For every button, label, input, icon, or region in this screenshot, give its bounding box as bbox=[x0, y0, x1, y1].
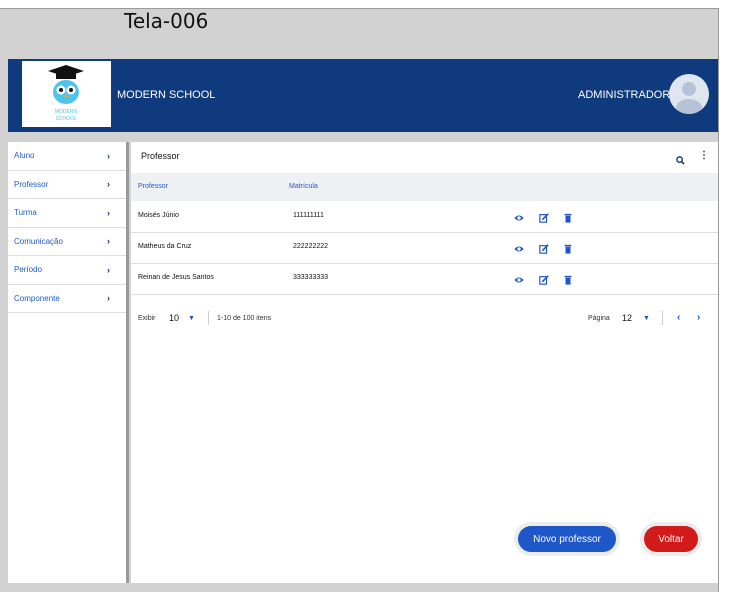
professor-name: Moisés Júnio bbox=[138, 212, 179, 219]
user-role[interactable]: ADMINISTRADOR bbox=[578, 89, 670, 101]
divider bbox=[208, 311, 209, 325]
sidebar: Aluno › Professor › Turma › Comunicação › Pe… bbox=[8, 142, 129, 583]
edit-icon[interactable] bbox=[539, 241, 549, 259]
header-bar: MODERN SCHOOL MODERN SCHOOL ADMINISTRADO… bbox=[8, 59, 718, 132]
more-vertical-icon[interactable]: ⋮ bbox=[699, 151, 709, 161]
owl-logo-icon: MODERN SCHOOL bbox=[48, 65, 84, 122]
avatar[interactable] bbox=[669, 74, 709, 114]
table-row: Reinan de Jesus Santos 333333333 bbox=[131, 263, 718, 295]
sidebar-item-professor[interactable]: Professor › bbox=[8, 171, 126, 199]
sidebar-item-comunicacao[interactable]: Comunicação › bbox=[8, 228, 126, 256]
professor-id: 333333333 bbox=[293, 274, 329, 281]
svg-text:MODERN: MODERN bbox=[55, 109, 78, 115]
page-value[interactable]: 12 bbox=[622, 313, 632, 323]
view-icon[interactable] bbox=[514, 241, 524, 259]
sidebar-item-aluno[interactable]: Aluno › bbox=[8, 142, 126, 171]
table-header: Professor Matrícula bbox=[131, 173, 718, 201]
delete-icon[interactable] bbox=[563, 210, 573, 228]
edit-icon[interactable] bbox=[539, 210, 549, 228]
new-professor-button[interactable]: Novo professor bbox=[518, 526, 616, 552]
search-icon[interactable] bbox=[676, 152, 685, 170]
sidebar-item-componente[interactable]: Componente › bbox=[8, 285, 126, 313]
edit-icon[interactable] bbox=[539, 272, 549, 290]
frame-title: Tela-006 bbox=[124, 9, 209, 33]
table-row: Moisés Júnio 111111111 bbox=[131, 201, 718, 233]
caret-down-icon[interactable]: ▼ bbox=[643, 315, 650, 322]
sidebar-item-turma[interactable]: Turma › bbox=[8, 199, 126, 228]
professor-name: Reinan de Jesus Santos bbox=[138, 274, 214, 281]
chevron-right-icon: › bbox=[107, 293, 110, 304]
professor-id: 111111111 bbox=[293, 212, 324, 219]
caret-down-icon[interactable]: ▼ bbox=[188, 315, 195, 322]
page-title: Professor bbox=[141, 151, 180, 161]
rows-per-page-label: Exibir bbox=[138, 315, 156, 322]
sidebar-item-periodo[interactable]: Período › bbox=[8, 256, 126, 285]
school-logo[interactable]: MODERN SCHOOL bbox=[22, 61, 111, 127]
rows-per-page-value[interactable]: 10 bbox=[169, 313, 179, 323]
table-footer: Exibir 10 ▼ 1-10 de 100 itens Página 12 … bbox=[131, 308, 718, 330]
chevron-right-icon: › bbox=[107, 236, 110, 247]
main-content: Professor ⋮ Professor Matrícula Moisés J… bbox=[131, 142, 718, 583]
delete-icon[interactable] bbox=[563, 241, 573, 259]
column-header-professor[interactable]: Professor bbox=[138, 183, 168, 190]
range-text: 1-10 de 100 itens bbox=[217, 315, 272, 322]
professor-name: Matheus da Cruz bbox=[138, 243, 192, 250]
chevron-right-icon: › bbox=[107, 264, 110, 275]
page-label: Página bbox=[588, 315, 610, 322]
chevron-right-icon: › bbox=[107, 150, 110, 161]
brand-name: MODERN SCHOOL bbox=[117, 89, 216, 101]
view-icon[interactable] bbox=[514, 210, 524, 228]
chevron-right-icon: › bbox=[107, 179, 110, 190]
svg-text:SCHOOL: SCHOOL bbox=[55, 116, 76, 122]
table-row: Matheus da Cruz 222222222 bbox=[131, 232, 718, 264]
column-header-matricula[interactable]: Matrícula bbox=[289, 183, 318, 190]
back-button[interactable]: Voltar bbox=[644, 526, 698, 552]
divider bbox=[662, 311, 663, 325]
chevron-right-icon: › bbox=[107, 207, 110, 218]
delete-icon[interactable] bbox=[563, 272, 573, 290]
professor-id: 222222222 bbox=[293, 243, 329, 250]
next-page-icon[interactable]: › bbox=[697, 312, 700, 323]
view-icon[interactable] bbox=[514, 272, 524, 290]
user-avatar-icon bbox=[676, 82, 702, 114]
prev-page-icon[interactable]: ‹ bbox=[677, 312, 680, 323]
